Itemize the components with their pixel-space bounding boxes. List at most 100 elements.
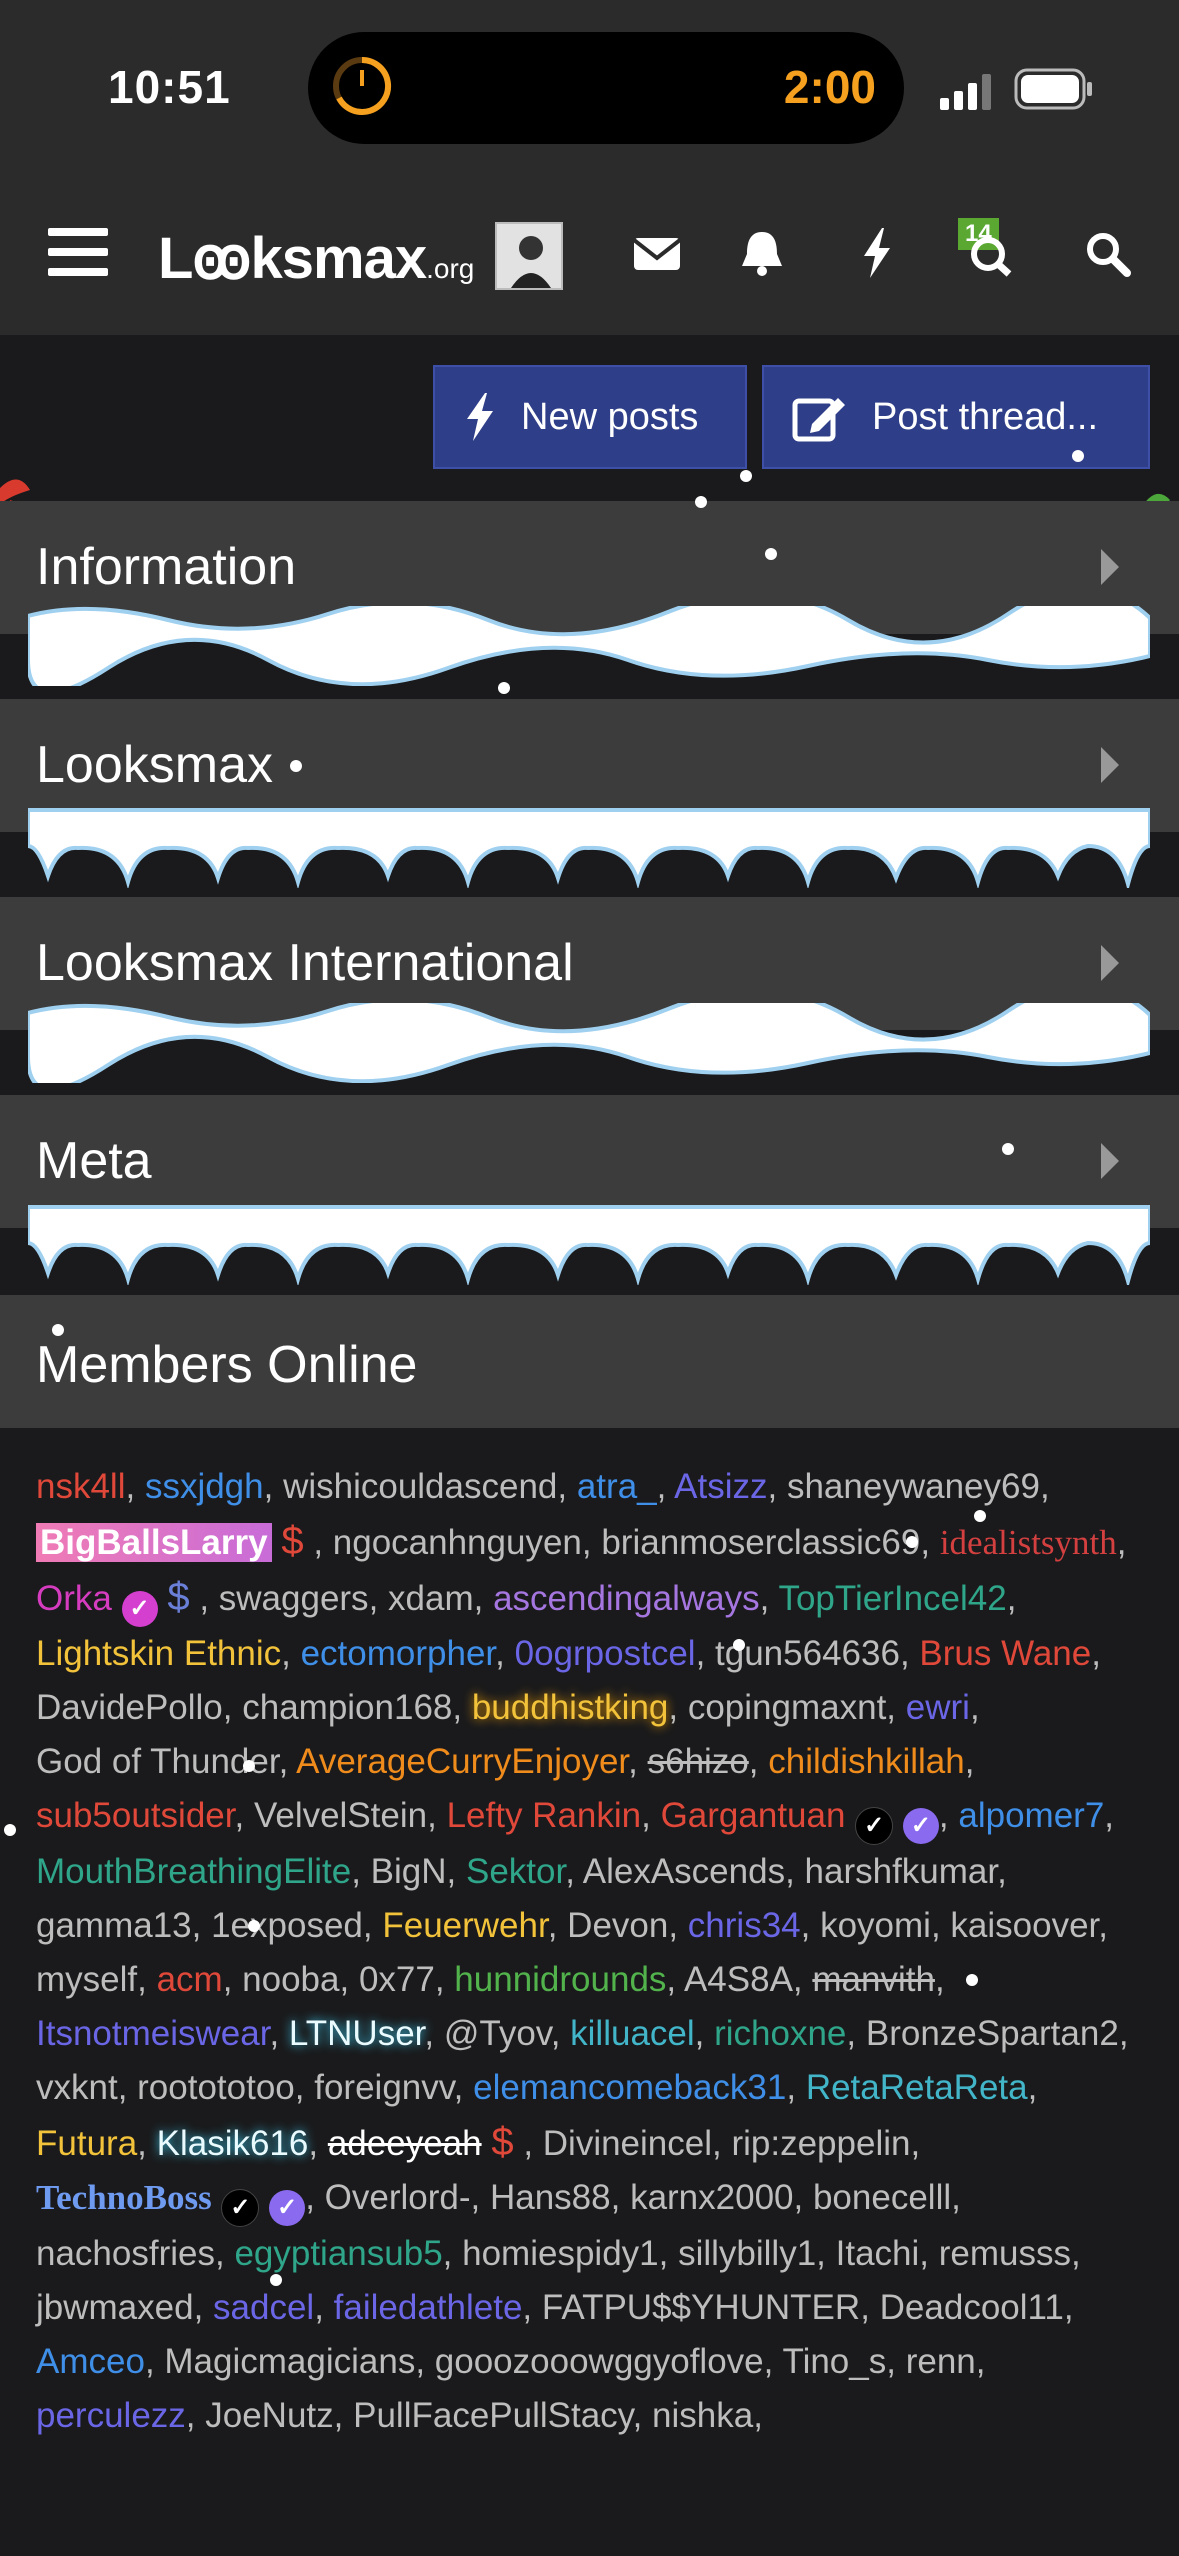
member-link[interactable]: BigBallsLarry bbox=[36, 1523, 272, 1562]
member-link[interactable]: RetaRetaReta bbox=[806, 2068, 1028, 2107]
member-link[interactable]: nsk4ll bbox=[36, 1467, 125, 1506]
member-link[interactable]: foreignvv bbox=[314, 2068, 453, 2107]
bell-icon[interactable] bbox=[727, 218, 797, 288]
member-link[interactable]: chris34 bbox=[688, 1906, 801, 1945]
member-link[interactable]: Lightskin Ethnic bbox=[36, 1634, 281, 1673]
member-link[interactable]: ssxjdgh bbox=[145, 1467, 264, 1506]
member-link[interactable]: perculezz bbox=[36, 2396, 186, 2435]
member-link[interactable]: rootototoo bbox=[137, 2068, 295, 2107]
member-link[interactable]: buddhistking bbox=[472, 1688, 669, 1727]
member-link[interactable]: s6hizo bbox=[648, 1742, 749, 1781]
member-link[interactable]: brianmoserclassic69 bbox=[601, 1523, 920, 1562]
member-link[interactable]: ectomorpher bbox=[301, 1634, 496, 1673]
member-link[interactable]: Hans88 bbox=[490, 2178, 611, 2217]
member-link[interactable]: Gargantuan bbox=[661, 1796, 846, 1835]
member-link[interactable]: Itsnotmeiswear bbox=[36, 2014, 269, 2053]
member-link[interactable]: Orka bbox=[36, 1579, 112, 1618]
member-link[interactable]: egyptiansub5 bbox=[234, 2234, 442, 2273]
member-link[interactable]: richoxne bbox=[714, 2014, 846, 2053]
member-link[interactable]: adeeyeah bbox=[328, 2124, 482, 2163]
member-link[interactable]: xdam bbox=[388, 1579, 474, 1618]
member-link[interactable]: atra_ bbox=[577, 1467, 657, 1506]
member-link[interactable]: ascendingalways bbox=[493, 1579, 760, 1618]
member-link[interactable]: Lefty Rankin bbox=[447, 1796, 642, 1835]
member-link[interactable]: idealistsynth bbox=[940, 1523, 1117, 1562]
member-link[interactable]: Futura bbox=[36, 2124, 137, 2163]
member-link[interactable]: rip:zeppelin bbox=[731, 2124, 910, 2163]
member-link[interactable]: Amceo bbox=[36, 2342, 145, 2381]
member-link[interactable]: BigN bbox=[371, 1852, 447, 1891]
member-link[interactable]: @Tyov bbox=[444, 2014, 551, 2053]
member-link[interactable]: hunnidrounds bbox=[454, 1960, 666, 1999]
member-link[interactable]: killuacel bbox=[570, 2014, 695, 2053]
lightning-icon[interactable] bbox=[842, 218, 912, 288]
member-link[interactable]: remusss bbox=[939, 2234, 1071, 2273]
member-link[interactable]: myself bbox=[36, 1960, 137, 1999]
member-link[interactable]: God of Thunder bbox=[36, 1742, 279, 1781]
member-link[interactable]: elemancomeback31 bbox=[473, 2068, 786, 2107]
member-link[interactable]: VelvelStein bbox=[254, 1796, 427, 1835]
member-link[interactable]: jbwmaxed bbox=[36, 2288, 194, 2327]
member-link[interactable]: bonecelll bbox=[813, 2178, 951, 2217]
member-link[interactable]: acm bbox=[157, 1960, 223, 1999]
member-link[interactable]: gamma13 bbox=[36, 1906, 192, 1945]
member-link[interactable]: DavidePollo bbox=[36, 1688, 223, 1727]
member-link[interactable]: AlexAscends bbox=[583, 1852, 785, 1891]
member-link[interactable]: gooozooowggyoflove bbox=[435, 2342, 764, 2381]
member-link[interactable]: copingmaxnt bbox=[688, 1688, 886, 1727]
member-link[interactable]: PullFacePullStacy bbox=[353, 2396, 632, 2435]
conversations-icon[interactable] bbox=[955, 218, 1025, 288]
member-link[interactable]: Sektor bbox=[466, 1852, 565, 1891]
member-link[interactable]: AverageCurryEnjoyer bbox=[296, 1742, 628, 1781]
member-link[interactable]: BronzeSpartan2 bbox=[866, 2014, 1119, 2053]
member-link[interactable]: swaggers bbox=[219, 1579, 369, 1618]
member-link[interactable]: renn bbox=[906, 2342, 976, 2381]
member-link[interactable]: sillybilly1 bbox=[678, 2234, 816, 2273]
user-avatar[interactable] bbox=[495, 222, 563, 290]
member-link[interactable]: MouthBreathingElite bbox=[36, 1852, 351, 1891]
member-link[interactable]: shaneywaney69 bbox=[787, 1467, 1040, 1506]
member-link[interactable]: childishkillah bbox=[768, 1742, 964, 1781]
member-link[interactable]: harshfkumar bbox=[805, 1852, 998, 1891]
member-link[interactable]: vxknt bbox=[36, 2068, 118, 2107]
member-link[interactable]: Atsizz bbox=[674, 1467, 767, 1506]
menu-icon[interactable] bbox=[48, 228, 108, 278]
new-posts-button[interactable]: New posts bbox=[433, 365, 747, 469]
post-thread-button[interactable]: Post thread... bbox=[762, 365, 1150, 469]
member-link[interactable]: alpomer7 bbox=[958, 1796, 1104, 1835]
member-link[interactable]: JoeNutz bbox=[205, 2396, 333, 2435]
member-link[interactable]: ewri bbox=[906, 1688, 970, 1727]
member-link[interactable]: koyomi bbox=[820, 1906, 931, 1945]
member-link[interactable]: Devon bbox=[567, 1906, 668, 1945]
member-link[interactable]: FATPU$$YHUNTER bbox=[542, 2288, 860, 2327]
member-link[interactable]: 0ogrpostcel bbox=[515, 1634, 696, 1673]
member-link[interactable]: 0x77 bbox=[359, 1960, 435, 1999]
member-link[interactable]: homiespidy1 bbox=[462, 2234, 659, 2273]
member-link[interactable]: sadcel bbox=[213, 2288, 314, 2327]
member-link[interactable]: nachosfries bbox=[36, 2234, 215, 2273]
member-link[interactable]: Tino_s bbox=[782, 2342, 886, 2381]
member-link[interactable]: Overlord- bbox=[325, 2178, 471, 2217]
member-link[interactable]: nooba bbox=[242, 1960, 339, 1999]
member-link[interactable]: Brus Wane bbox=[919, 1634, 1091, 1673]
dynamic-island[interactable]: 2:00 bbox=[308, 32, 904, 144]
member-link[interactable]: kaisoover bbox=[950, 1906, 1098, 1945]
member-link[interactable]: failedathlete bbox=[334, 2288, 523, 2327]
member-link[interactable]: A4S8A bbox=[684, 1960, 793, 1999]
search-icon[interactable] bbox=[1072, 218, 1142, 288]
member-link[interactable]: Feuerwehr bbox=[382, 1906, 547, 1945]
member-link[interactable]: manvith bbox=[812, 1960, 935, 1999]
member-link[interactable]: champion168 bbox=[242, 1688, 452, 1727]
member-link[interactable]: Itachi bbox=[836, 2234, 920, 2273]
member-link[interactable]: karnx2000 bbox=[630, 2178, 793, 2217]
member-link[interactable]: TechnoBoss bbox=[36, 2178, 212, 2217]
member-link[interactable]: Deadcool11 bbox=[880, 2288, 1064, 2327]
member-link[interactable]: Divineincel bbox=[543, 2124, 712, 2163]
member-link[interactable]: TopTierIncel42 bbox=[778, 1579, 1006, 1618]
member-link[interactable]: Klasik616 bbox=[157, 2124, 309, 2163]
member-link[interactable]: 1exposed bbox=[211, 1906, 363, 1945]
member-link[interactable]: nishka bbox=[652, 2396, 753, 2435]
member-link[interactable]: ngocanhnguyen bbox=[333, 1523, 582, 1562]
member-link[interactable]: sub5outsider bbox=[36, 1796, 234, 1835]
member-link[interactable]: LTNUser bbox=[289, 2014, 425, 2053]
